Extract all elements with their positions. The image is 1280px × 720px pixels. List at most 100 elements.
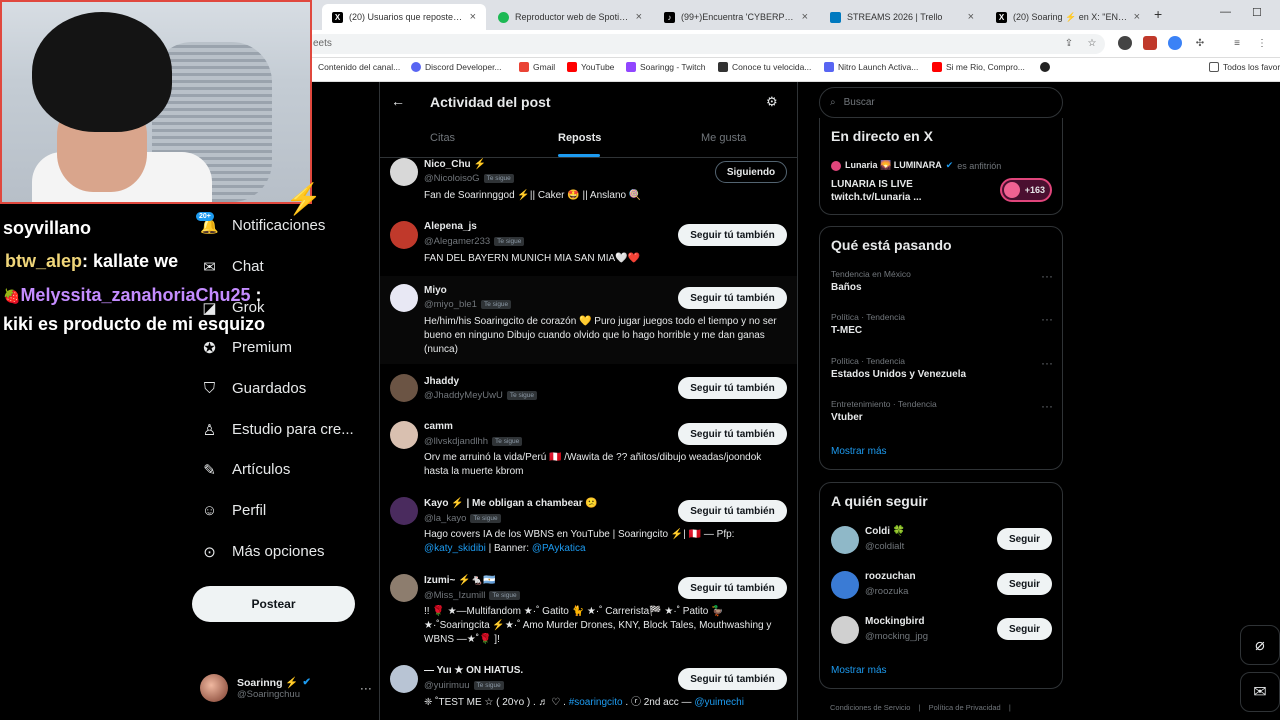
nav-chat[interactable]: ✉ Chat — [201, 258, 263, 276]
account-switcher[interactable]: Soarinng ⚡ ✔ @Soaringchuu ··· — [200, 674, 372, 702]
bookmark-label: Contenido del canal... — [318, 62, 401, 72]
live-title: En directo en X — [831, 128, 933, 144]
follow-button[interactable]: Seguir — [997, 573, 1052, 595]
minimize-button[interactable]: — — [1220, 6, 1231, 18]
bookmark[interactable]: YouTube — [567, 62, 614, 72]
hashtag-link[interactable]: #soaringcito — [569, 697, 623, 708]
nav-notificaciones[interactable]: 🔔 Notificaciones — [200, 217, 325, 235]
close-icon[interactable]: × — [1134, 11, 1140, 23]
bookmark[interactable]: Discord Developer... — [411, 62, 502, 72]
all-bookmarks[interactable]: Todos los favor — [1209, 62, 1280, 72]
nav-articulos[interactable]: ✎ Artículos — [201, 461, 290, 479]
nav-mas-opciones[interactable]: ⊙ Más opciones — [201, 543, 324, 561]
follow-back-button[interactable]: Seguir tú también — [678, 224, 787, 246]
bookmark[interactable]: Contenido del canal... — [318, 62, 400, 72]
bookmark[interactable]: Soaringg - Twitch — [626, 62, 706, 72]
bookmark[interactable]: Gmail — [519, 62, 555, 72]
mention-link[interactable]: @katy_skidibi — [424, 543, 486, 554]
avatar — [390, 497, 418, 525]
bookmark[interactable]: Conoce tu velocida... — [718, 62, 811, 72]
bookmark[interactable]: Si me Rio, Compro... — [932, 62, 1025, 72]
following-button[interactable]: Siguiendo — [715, 161, 787, 183]
extension-icon[interactable] — [1143, 36, 1157, 50]
browser-tab[interactable]: Reproductor web de Spotify: m × — [488, 4, 652, 30]
tab-reposts[interactable]: Reposts — [558, 132, 601, 144]
browser-tab[interactable]: X (20) Soaring ⚡ en X: "EN STR × — [986, 4, 1150, 30]
bookmark[interactable]: Nitro Launch Activa... — [824, 62, 918, 72]
user-row[interactable]: Alepena_js @Alegamer233 Te sigue FAN DEL … — [380, 220, 797, 272]
post-button[interactable]: Postear — [192, 586, 355, 622]
grok-icon[interactable]: ⌀ — [1240, 625, 1280, 665]
extension-icon[interactable] — [1118, 36, 1132, 50]
star-icon[interactable]: ☆ — [1085, 36, 1099, 50]
bookmark[interactable] — [1040, 62, 1050, 72]
follow-back-button[interactable]: Seguir tú también — [678, 500, 787, 522]
filter-icon[interactable]: ⚙ — [766, 94, 778, 110]
follow-back-button[interactable]: Seguir tú también — [678, 423, 787, 445]
nav-guardados[interactable]: ⛉ Guardados — [201, 380, 306, 397]
follow-back-button[interactable]: Seguir tú también — [678, 577, 787, 599]
search-input[interactable]: ⌕ Buscar — [819, 87, 1063, 118]
follow-button[interactable]: Seguir — [997, 528, 1052, 550]
more-icon[interactable]: ··· — [1041, 312, 1053, 326]
follow-suggestion[interactable]: roozuchan @roozuka Seguir — [831, 570, 1053, 600]
follow-suggestion[interactable]: Coldi 🍀 @coldialt Seguir — [831, 525, 1053, 555]
browser-tab[interactable]: STREAMS 2026 | Trello × — [820, 4, 984, 30]
back-arrow-icon[interactable]: ← — [391, 93, 405, 109]
user-row[interactable]: Jhaddy @JhaddyMeyUwU Te sigue Seguir tú t… — [380, 372, 797, 412]
live-text[interactable]: LUNARIA IS LIVE twitch.tv/Lunaria ... — [831, 178, 941, 204]
nav-estudio[interactable]: ♙ Estudio para cre... — [201, 421, 354, 439]
trend-item[interactable]: Tendencia en México Baños ··· — [831, 269, 1053, 293]
maximize-button[interactable]: ☐ — [1252, 6, 1262, 19]
show-more-link[interactable]: Mostrar más — [831, 665, 887, 676]
mention-link[interactable]: @yuimechi — [694, 697, 744, 708]
tab-citas[interactable]: Citas — [430, 132, 455, 144]
chat-message: 🍓Melyssita_zanahoriaChu25 : — [3, 285, 262, 306]
close-icon[interactable]: × — [802, 11, 808, 23]
install-icon[interactable]: ⇪ — [1062, 36, 1076, 50]
follow-back-button[interactable]: Seguir tú también — [678, 377, 787, 399]
close-icon[interactable]: × — [968, 11, 974, 23]
show-more-link[interactable]: Mostrar más — [831, 446, 887, 457]
url-field[interactable]: eets — [305, 34, 1105, 54]
puzzle-icon[interactable]: ✣ — [1193, 36, 1207, 50]
extension-icon[interactable] — [1168, 36, 1182, 50]
nav-premium[interactable]: ✪ Premium — [201, 339, 292, 357]
user-row[interactable]: Kayo ⚡ | Me obligan a chambear 😕 @la_kay… — [380, 494, 797, 562]
trend-item[interactable]: Política · Tendencia Estados Unidos y Ve… — [831, 356, 1053, 380]
menu-icon[interactable]: ⋮ — [1255, 36, 1269, 50]
trend-item[interactable]: Entretenimiento · Tendencia Vtuber ··· — [831, 399, 1053, 423]
more-icon[interactable]: ··· — [1041, 356, 1053, 370]
user-row[interactable]: Miyo @miyo_ble1 Te sigue He/him/his Soari… — [380, 276, 797, 364]
user-row[interactable]: camm @llvskdjandlhh Te sigue Orv me arrui… — [380, 418, 797, 484]
mention-link[interactable]: @PAykatica — [532, 543, 586, 554]
user-bio: Orv me arruinó la vida/Perú 🇵🇪 /Wawita d… — [424, 452, 762, 477]
more-icon[interactable]: ··· — [1041, 269, 1053, 283]
close-icon[interactable]: × — [636, 11, 642, 23]
follow-button[interactable]: Seguir — [997, 618, 1052, 640]
follow-suggestion[interactable]: Mockingbird @mocking_jpg Seguir — [831, 615, 1053, 645]
more-icon[interactable]: ··· — [1041, 399, 1053, 413]
terms-link[interactable]: Condiciones de Servicio — [830, 703, 910, 712]
user-row[interactable]: Nico_Chu ⚡ @NicoloisoG Te sigue Fan de So… — [380, 158, 797, 213]
browser-tab-active[interactable]: X (20) Usuarios que repostearon × — [322, 4, 486, 30]
follow-back-button[interactable]: Seguir tú también — [678, 668, 787, 690]
messages-icon[interactable]: ✉ — [1240, 672, 1280, 712]
user-row[interactable]: Izumi~ ⚡🐁🇦🇷 @Miss_Izumill Te sigue !! 🌹 ★… — [380, 572, 797, 652]
listeners-pill[interactable]: +163 — [1000, 178, 1052, 202]
studio-icon: ♙ — [202, 421, 217, 439]
media-icon[interactable]: ≡ — [1230, 36, 1244, 50]
nav-perfil[interactable]: ☺ Perfil — [201, 502, 266, 519]
trend-item[interactable]: Política · Tendencia T-MEC ··· — [831, 312, 1053, 336]
tab-me-gusta[interactable]: Me gusta — [701, 132, 746, 144]
trend-name: T-MEC — [831, 325, 863, 336]
trello-icon — [830, 11, 841, 23]
user-row[interactable]: — Yuı ★ ON HIATUS. @yuirimuu Te sigue ❈ ˚… — [380, 662, 797, 720]
follows-you-badge: Te sigue — [494, 237, 525, 246]
new-tab-button[interactable]: + — [1154, 6, 1162, 22]
privacy-link[interactable]: Política de Privacidad — [929, 703, 1001, 712]
browser-tab[interactable]: ♪ (99+)Encuentra 'CYBERPUNK' e × — [654, 4, 818, 30]
live-host[interactable]: Lunaria 🌄 LUMINARA ✔ es anfitrión — [831, 160, 1001, 171]
follow-back-button[interactable]: Seguir tú también — [678, 287, 787, 309]
close-icon[interactable]: × — [470, 11, 476, 23]
